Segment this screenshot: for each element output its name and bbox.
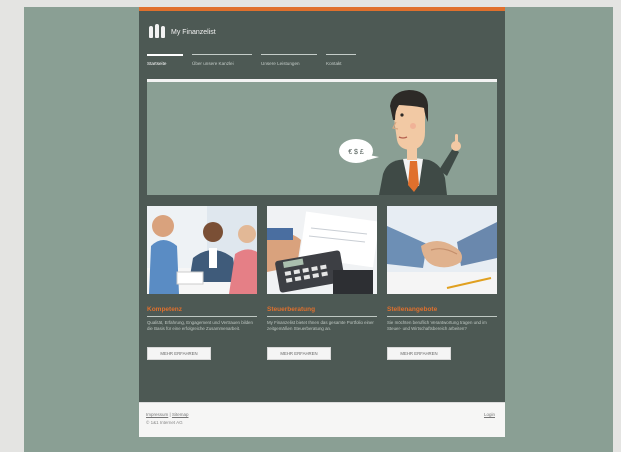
card-text: Qualität, Erfahrung, Engagement und Vert… (147, 320, 253, 331)
speech-bubble-text: € $ £ (348, 149, 364, 156)
businessman-illustration: € $ £ (339, 90, 461, 195)
main-nav: Startseite Über unsere Kanzlei Unsere Le… (147, 54, 356, 66)
card-image-calculator (267, 206, 377, 294)
card-image-meeting (147, 206, 257, 294)
card-text: Sie möchten beruflich Verantwortung trag… (387, 320, 487, 331)
footer-copyright: © 1&1 Internet AG (146, 420, 183, 425)
brand-name: My Finanzelist (171, 28, 216, 36)
website-page: My Finanzelist Startseite Über unsere Ka… (139, 7, 505, 437)
nav-item-contact[interactable]: Kontakt (326, 54, 356, 66)
card-text: My Finanzelist bietet Ihnen das gesamte … (267, 320, 374, 331)
card-image-handshake (387, 206, 497, 294)
logo[interactable]: My Finanzelist (149, 24, 216, 38)
card-title: Steuerberatung (267, 306, 377, 317)
footer-links: Impressum | Sitemap (146, 412, 188, 417)
card-job-offers: Stellenangebote Sie möchten beruflich Ve… (387, 206, 497, 360)
footer: Impressum | Sitemap © 1&1 Internet AG Lo… (139, 402, 505, 437)
card-tax-advice: Steuerberatung My Finanzelist bietet Ihn… (267, 206, 377, 360)
more-info-button[interactable]: MEHR ERFAHREN (147, 347, 211, 360)
top-accent-bar (139, 7, 505, 11)
more-info-button[interactable]: MEHR ERFAHREN (387, 347, 451, 360)
card-title: Stellenangebote (387, 306, 497, 317)
footer-link-imprint[interactable]: Impressum (146, 412, 168, 417)
nav-item-home[interactable]: Startseite (147, 54, 183, 66)
footer-link-sitemap[interactable]: Sitemap (172, 412, 189, 417)
footer-separator: | (169, 412, 171, 417)
footer-login-link[interactable]: Login (484, 412, 495, 417)
nav-item-about[interactable]: Über unsere Kanzlei (192, 54, 252, 66)
people-icon (149, 24, 165, 38)
card-competence: Kompetenz Qualität, Erfahrung, Engagemen… (147, 206, 257, 360)
more-info-button[interactable]: MEHR ERFAHREN (267, 347, 331, 360)
nav-item-services[interactable]: Unsere Leistungen (261, 54, 317, 66)
hero-banner: € $ £ (147, 79, 497, 195)
card-title: Kompetenz (147, 306, 257, 317)
